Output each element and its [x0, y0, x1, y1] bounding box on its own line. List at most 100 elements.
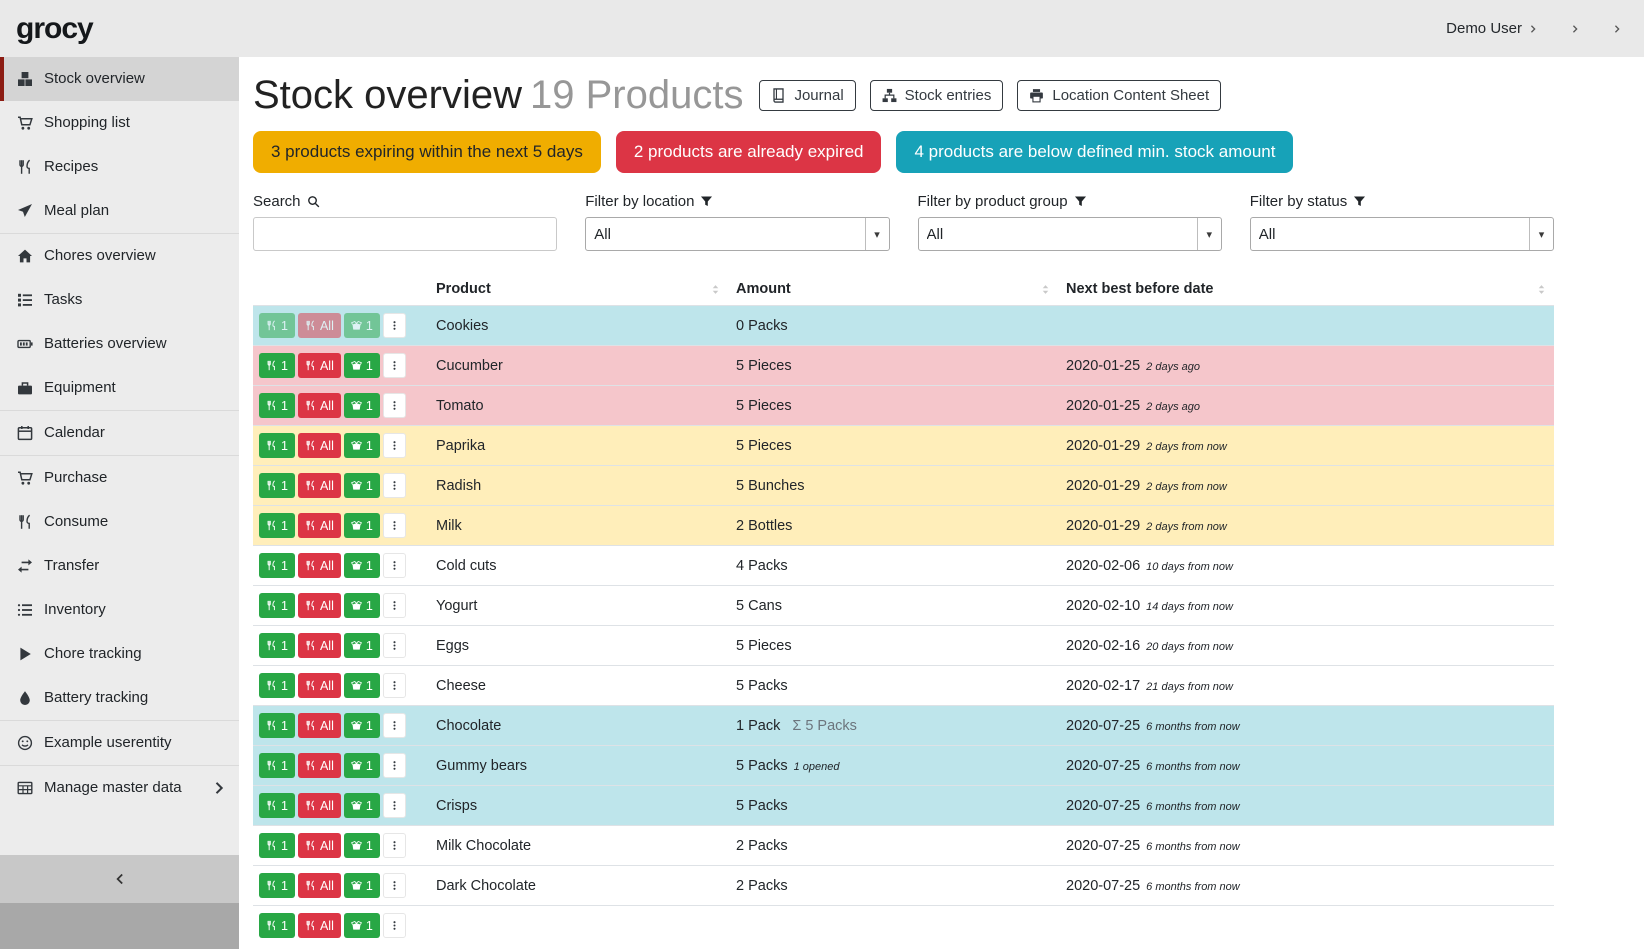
row-menu-button[interactable] — [383, 313, 406, 338]
consume-all-button[interactable]: All — [298, 393, 341, 418]
open-one-button[interactable]: 1 — [344, 833, 380, 858]
row-menu-button[interactable] — [383, 553, 406, 578]
banner-expiring[interactable]: 3 products expiring within the next 5 da… — [253, 131, 601, 173]
open-one-button[interactable]: 1 — [344, 753, 380, 778]
consume-one-button[interactable]: 1 — [259, 913, 295, 938]
consume-all-button[interactable]: All — [298, 793, 341, 818]
sidebar-item-inventory[interactable]: Inventory — [0, 588, 239, 632]
row-menu-button[interactable] — [383, 913, 406, 938]
sidebar-item-battery-tracking[interactable]: Battery tracking — [0, 676, 239, 720]
admin-menu[interactable] — [1606, 24, 1622, 34]
location-content-sheet-button[interactable]: Location Content Sheet — [1017, 80, 1221, 111]
date-column-header[interactable]: Next best before date — [1058, 281, 1554, 297]
consume-all-button[interactable]: All — [298, 873, 341, 898]
row-menu-button[interactable] — [383, 513, 406, 538]
journal-button[interactable]: Journal — [759, 80, 855, 111]
consume-one-button[interactable]: 1 — [259, 633, 295, 658]
sidebar-item-example-userentity[interactable]: Example userentity — [0, 721, 239, 765]
consume-all-button[interactable]: All — [298, 633, 341, 658]
consume-all-button[interactable]: All — [298, 913, 341, 938]
sidebar-item-tasks[interactable]: Tasks — [0, 278, 239, 322]
stock-entries-button[interactable]: Stock entries — [870, 80, 1004, 111]
consume-all-button[interactable]: All — [298, 313, 341, 338]
consume-all-button[interactable]: All — [298, 553, 341, 578]
consume-all-button[interactable]: All — [298, 513, 341, 538]
banner-below-min[interactable]: 4 products are below defined min. stock … — [896, 131, 1293, 173]
consume-one-button[interactable]: 1 — [259, 593, 295, 618]
consume-all-button[interactable]: All — [298, 433, 341, 458]
consume-all-button[interactable]: All — [298, 673, 341, 698]
open-one-button[interactable]: 1 — [344, 713, 380, 738]
consume-all-button[interactable]: All — [298, 473, 341, 498]
open-one-button[interactable]: 1 — [344, 873, 380, 898]
open-one-button[interactable]: 1 — [344, 313, 380, 338]
consume-all-button[interactable]: All — [298, 833, 341, 858]
product-name: Cold cuts — [436, 558, 496, 574]
row-menu-button[interactable] — [383, 433, 406, 458]
sidebar-item-purchase[interactable]: Purchase — [0, 456, 239, 500]
consume-one-button[interactable]: 1 — [259, 873, 295, 898]
consume-all-button[interactable]: All — [298, 353, 341, 378]
row-menu-button[interactable] — [383, 793, 406, 818]
open-one-button[interactable]: 1 — [344, 553, 380, 578]
open-one-button[interactable]: 1 — [344, 433, 380, 458]
sidebar-item-recipes[interactable]: Recipes — [0, 145, 239, 189]
consume-one-button[interactable]: 1 — [259, 313, 295, 338]
sidebar-item-chores-overview[interactable]: Chores overview — [0, 234, 239, 278]
product-column-header[interactable]: Product — [428, 281, 728, 297]
sidebar-item-shopping-list[interactable]: Shopping list — [0, 101, 239, 145]
sidebar-item-chore-tracking[interactable]: Chore tracking — [0, 632, 239, 676]
consume-one-button[interactable]: 1 — [259, 393, 295, 418]
consume-one-button[interactable]: 1 — [259, 833, 295, 858]
row-menu-button[interactable] — [383, 713, 406, 738]
row-menu-button[interactable] — [383, 393, 406, 418]
open-one-button[interactable]: 1 — [344, 393, 380, 418]
settings-menu[interactable] — [1564, 24, 1580, 34]
consume-one-button[interactable]: 1 — [259, 353, 295, 378]
consume-one-button[interactable]: 1 — [259, 753, 295, 778]
sidebar-collapse-toggle[interactable] — [0, 855, 239, 903]
consume-all-button[interactable]: All — [298, 713, 341, 738]
consume-one-button[interactable]: 1 — [259, 713, 295, 738]
consume-one-button[interactable]: 1 — [259, 793, 295, 818]
consume-one-button[interactable]: 1 — [259, 513, 295, 538]
open-one-button[interactable]: 1 — [344, 633, 380, 658]
open-one-button[interactable]: 1 — [344, 473, 380, 498]
user-menu[interactable]: Demo User — [1440, 20, 1538, 37]
sidebar-item-stock-overview[interactable]: Stock overview — [0, 57, 239, 101]
open-one-button[interactable]: 1 — [344, 593, 380, 618]
consume-one-button[interactable]: 1 — [259, 673, 295, 698]
banner-expired[interactable]: 2 products are already expired — [616, 131, 882, 173]
open-one-button[interactable]: 1 — [344, 513, 380, 538]
consume-all-button[interactable]: All — [298, 593, 341, 618]
consume-all-button[interactable]: All — [298, 753, 341, 778]
amount-column-header[interactable]: Amount — [728, 281, 1058, 297]
row-menu-button[interactable] — [383, 353, 406, 378]
amount-cell: 4 Packs — [728, 558, 1058, 574]
open-one-button[interactable]: 1 — [344, 793, 380, 818]
consume-one-button[interactable]: 1 — [259, 473, 295, 498]
row-menu-button[interactable] — [383, 873, 406, 898]
sidebar-item-transfer[interactable]: Transfer — [0, 544, 239, 588]
sidebar-item-manage-master-data[interactable]: Manage master data — [0, 766, 239, 810]
consume-one-button[interactable]: 1 — [259, 553, 295, 578]
row-menu-button[interactable] — [383, 833, 406, 858]
sidebar-item-meal-plan[interactable]: Meal plan — [0, 189, 239, 233]
row-menu-button[interactable] — [383, 593, 406, 618]
row-menu-button[interactable] — [383, 633, 406, 658]
open-one-button[interactable]: 1 — [344, 673, 380, 698]
open-one-button[interactable]: 1 — [344, 913, 380, 938]
row-menu-button[interactable] — [383, 753, 406, 778]
consume-one-button[interactable]: 1 — [259, 433, 295, 458]
search-input[interactable] — [253, 217, 557, 251]
sidebar-item-consume[interactable]: Consume — [0, 500, 239, 544]
row-menu-button[interactable] — [383, 673, 406, 698]
sidebar-item-calendar[interactable]: Calendar — [0, 411, 239, 455]
location-select[interactable]: All — [586, 218, 888, 250]
status-select[interactable]: All — [1251, 218, 1553, 250]
open-one-button[interactable]: 1 — [344, 353, 380, 378]
product-group-select[interactable]: All — [919, 218, 1221, 250]
row-menu-button[interactable] — [383, 473, 406, 498]
sidebar-item-equipment[interactable]: Equipment — [0, 366, 239, 410]
sidebar-item-batteries-overview[interactable]: Batteries overview — [0, 322, 239, 366]
